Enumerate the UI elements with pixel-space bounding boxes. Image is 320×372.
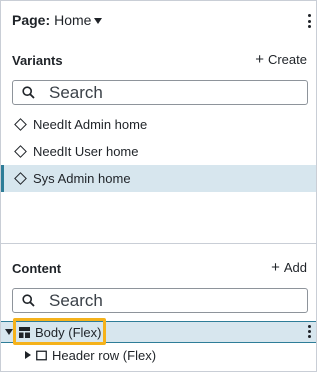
content-search-input[interactable] [49, 290, 279, 311]
create-variant-button[interactable]: + Create [255, 52, 307, 67]
tree-item-header-row-flex[interactable]: Header row (Flex) [1, 345, 316, 365]
search-icon [22, 86, 35, 99]
variants-search-input[interactable] [49, 82, 279, 103]
section-divider [1, 243, 316, 244]
variant-icon [14, 118, 27, 131]
tree-item-label: Body (Flex) [35, 324, 102, 340]
page-value[interactable]: Home [54, 12, 91, 28]
more-options-icon[interactable] [305, 14, 313, 28]
page-label: Page: [12, 12, 51, 28]
page-selector[interactable]: Page: Home [12, 11, 310, 29]
content-heading: Content [12, 261, 62, 276]
search-icon [22, 294, 35, 307]
variant-label: Sys Admin home [33, 171, 131, 186]
expand-caret-icon[interactable] [5, 329, 13, 335]
chevron-down-icon[interactable] [94, 17, 103, 24]
container-icon [36, 350, 47, 360]
variant-item-needit-admin-home[interactable]: NeedIt Admin home [1, 111, 316, 138]
page-variants-panel: Page: Home Variants + Create NeedIt Admi… [0, 0, 317, 372]
add-content-button[interactable]: + Add [271, 260, 307, 275]
variant-label: NeedIt Admin home [33, 117, 148, 132]
add-label: Add [283, 260, 307, 275]
content-search-field[interactable] [12, 288, 308, 313]
create-label: Create [267, 52, 307, 67]
variant-icon [14, 172, 27, 185]
plus-icon: + [271, 259, 280, 276]
variant-item-needit-user-home[interactable]: NeedIt User home [1, 138, 316, 165]
plus-icon: + [255, 51, 264, 68]
variants-search-field[interactable] [12, 80, 308, 105]
more-options-icon[interactable] [305, 325, 313, 338]
variant-label: NeedIt User home [33, 144, 139, 159]
variants-heading: Variants [12, 53, 63, 68]
expand-caret-icon[interactable] [25, 351, 31, 359]
tree-item-label: Header row (Flex) [52, 347, 157, 363]
flex-layout-icon [19, 326, 30, 338]
variant-item-sys-admin-home[interactable]: Sys Admin home [1, 165, 316, 192]
tree-item-body-flex[interactable]: Body (Flex) [1, 321, 316, 343]
variant-icon [14, 145, 27, 158]
